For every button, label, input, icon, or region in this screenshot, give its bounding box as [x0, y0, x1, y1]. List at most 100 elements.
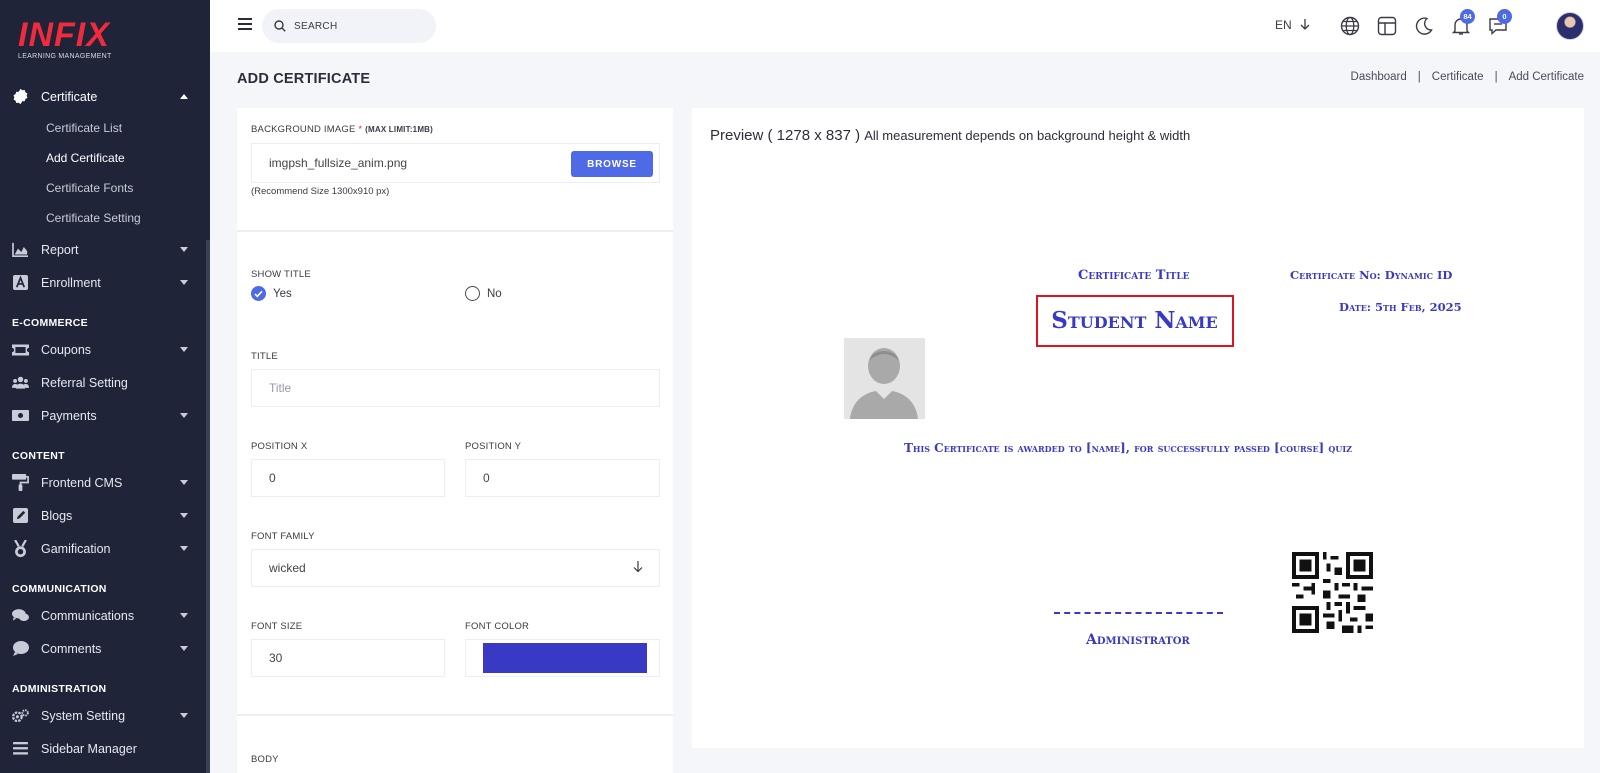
sidebar-item-label: Comments [41, 641, 102, 656]
section-label-administration: ADMINISTRATION [12, 683, 107, 695]
notifications-badge: 84 [1460, 9, 1475, 24]
topbar: EN 84 0 [210, 0, 1600, 52]
paint-roller-icon [12, 474, 29, 491]
comment-icon [12, 640, 29, 657]
sidebar-item-label: Gamification [41, 541, 111, 556]
messages-badge: 0 [1497, 9, 1512, 24]
font-size-input[interactable]: 30 [251, 639, 445, 677]
required-mark: * [358, 124, 363, 135]
coupon-icon [12, 341, 29, 358]
chevron-up-icon [180, 94, 188, 99]
search-input[interactable] [294, 20, 424, 32]
section-label-communication: COMMUNICATION [12, 583, 107, 595]
sidebar-item-comments[interactable]: Comments [0, 632, 206, 665]
max-limit-note: (MAX LIMIT:1MB) [365, 125, 434, 134]
browse-button[interactable]: BROWSE [571, 151, 653, 177]
sidebar-scrollbar[interactable] [206, 240, 210, 773]
sidebar-item-system-setting[interactable]: System Setting [0, 699, 206, 732]
radio-label: No [487, 287, 502, 300]
menu-toggle-icon[interactable] [238, 18, 252, 30]
moon-icon[interactable] [1414, 16, 1434, 36]
sidebar-item-referral-setting[interactable]: Referral Setting [0, 366, 206, 399]
certificate-form: BACKGROUND IMAGE * (MAX LIMIT:1MB) imgps… [237, 108, 673, 773]
awarded-text[interactable]: This Certificate is awarded to [name], f… [904, 441, 1352, 455]
sidebar-item-report[interactable]: Report [0, 233, 206, 266]
body-label: BODY [251, 754, 279, 765]
certificate-title-text[interactable]: Certificate Title [1078, 268, 1190, 283]
sidebar-item-gamification[interactable]: Gamification [0, 532, 206, 565]
globe-icon[interactable] [1340, 16, 1360, 36]
signature-role-text[interactable]: Administrator [1086, 632, 1190, 648]
title-input[interactable]: Title [251, 369, 660, 407]
show-title-no-radio[interactable]: No [465, 286, 502, 301]
font-family-label: FONT FAMILY [251, 531, 315, 542]
student-photo-placeholder[interactable] [844, 338, 925, 419]
qr-code[interactable] [1292, 552, 1373, 633]
user-avatar[interactable] [1556, 12, 1584, 40]
chevron-down-icon [180, 280, 188, 285]
sidebar-item-label: Referral Setting [41, 375, 128, 390]
bars-icon [12, 740, 29, 757]
edit-square-icon [12, 507, 29, 524]
background-image-label: BACKGROUND IMAGE * (MAX LIMIT:1MB) [251, 124, 433, 135]
position-y-input[interactable]: 0 [465, 459, 660, 497]
layout-icon[interactable] [1377, 16, 1397, 36]
sidebar-item-enrollment[interactable]: Enrollment [0, 266, 206, 299]
background-image-filename: imgpsh_fullsize_anim.png [269, 156, 408, 170]
sidebar-item-certificate[interactable]: Certificate [0, 80, 206, 113]
show-title-yes-radio[interactable]: Yes [251, 286, 292, 301]
sidebar: INFIX LEARNING MANAGEMENT Certificate Ce… [0, 0, 210, 773]
sidebar-subitem-certificate-setting[interactable]: Certificate Setting [0, 203, 206, 233]
sidebar-item-label: Blogs [41, 508, 73, 523]
background-image-hint: (Recommend Size 1300x910 px) [251, 186, 390, 197]
sidebar-item-frontend-cms[interactable]: Frontend CMS [0, 466, 206, 499]
background-image-field[interactable]: imgpsh_fullsize_anim.png BROWSE [251, 143, 660, 183]
sidebar-item-payments[interactable]: Payments [0, 399, 206, 432]
certificate-badge-icon [12, 88, 29, 105]
sidebar-item-label: Report [41, 242, 79, 257]
breadcrumb-certificate[interactable]: Certificate [1432, 71, 1484, 83]
chevron-down-icon [180, 480, 188, 485]
users-icon [12, 374, 29, 391]
arrow-down-icon [633, 561, 643, 573]
notifications-bell-icon[interactable]: 84 [1451, 9, 1475, 36]
sidebar-item-label: Certificate [41, 89, 98, 104]
sidebar-item-label: Payments [41, 408, 97, 423]
font-size-label: FONT SIZE [251, 621, 303, 632]
sidebar-subitem-certificate-list[interactable]: Certificate List [0, 113, 206, 143]
search-box[interactable] [262, 9, 436, 43]
sidebar-item-communications[interactable]: Communications [0, 599, 206, 632]
language-selector[interactable]: EN [1275, 18, 1310, 32]
sidebar-subitem-certificate-fonts[interactable]: Certificate Fonts [0, 173, 206, 203]
breadcrumb: Dashboard | Certificate | Add Certificate [1351, 71, 1584, 83]
medal-icon [12, 539, 29, 557]
certificate-number-text[interactable]: Certificate No: Dynamic ID [1290, 268, 1452, 282]
chevron-down-icon [180, 513, 188, 518]
sidebar-item-sidebar-manager[interactable]: Sidebar Manager [0, 732, 206, 765]
cogs-icon [12, 707, 29, 724]
student-name-highlight[interactable]: Student Name [1036, 295, 1234, 347]
position-x-input[interactable]: 0 [251, 459, 445, 497]
font-color-picker[interactable] [465, 639, 660, 677]
arrow-down-icon [1300, 19, 1310, 30]
chevron-down-icon [180, 413, 188, 418]
sidebar-subitem-add-certificate[interactable]: Add Certificate [0, 143, 206, 173]
sidebar-item-label: System Setting [41, 708, 126, 723]
breadcrumb-dashboard[interactable]: Dashboard [1351, 71, 1407, 83]
logo-text: INFIX [18, 16, 110, 54]
chevron-down-icon [180, 247, 188, 252]
sidebar-item-coupons[interactable]: Coupons [0, 333, 206, 366]
search-icon [274, 20, 286, 32]
radio-unchecked-icon [465, 286, 480, 301]
preview-note: All measurement depends on background he… [864, 128, 1191, 143]
certificate-date-text[interactable]: Date: 5th Feb, 2025 [1339, 300, 1462, 314]
language-code: EN [1274, 18, 1292, 32]
messages-icon[interactable]: 0 [1488, 9, 1512, 36]
sidebar-item-blogs[interactable]: Blogs [0, 499, 206, 532]
chevron-down-icon [180, 347, 188, 352]
certificate-preview: Preview ( 1278 x 837 ) All measurement d… [692, 108, 1584, 748]
font-family-select[interactable]: wicked [251, 549, 660, 587]
comments-icon [12, 607, 29, 624]
brand-logo[interactable]: INFIX LEARNING MANAGEMENT [18, 18, 112, 60]
check-icon [251, 286, 266, 301]
